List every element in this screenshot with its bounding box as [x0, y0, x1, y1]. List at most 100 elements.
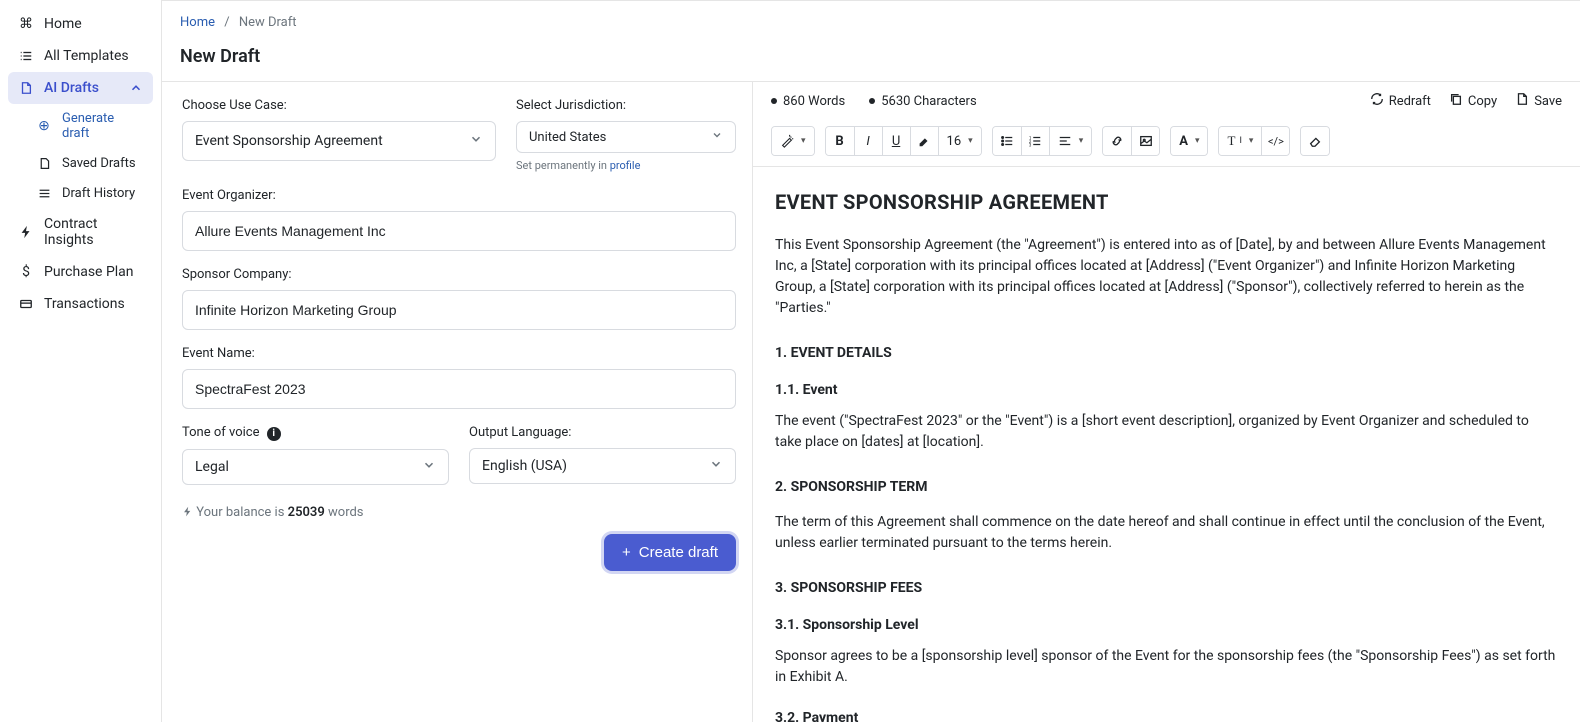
document-editor[interactable]: EVENT SPONSORSHIP AGREEMENT This Event S… [753, 167, 1580, 722]
sidebar-item-label: Saved Drafts [62, 156, 136, 171]
word-count: 860 Words [771, 94, 845, 109]
doc-heading: 3. SPONSORSHIP FEES [775, 578, 1558, 599]
caret-icon: ▾ [1249, 136, 1254, 146]
magic-wand-button[interactable]: ▾ [772, 127, 814, 155]
breadcrumb: Home / New Draft [162, 1, 1580, 36]
ordered-list-button[interactable]: 123 [1021, 127, 1049, 155]
sidebar-item-label: All Templates [44, 48, 129, 64]
document-icon [18, 80, 34, 96]
sidebar-item-insights[interactable]: Contract Insights [8, 208, 153, 256]
doc-subheading: 3.2. Payment [775, 708, 1558, 722]
list-icon [18, 48, 34, 64]
editor-column: 860 Words 5630 Characters Redraft [752, 82, 1580, 722]
text-style-button[interactable]: TI▾ [1219, 127, 1261, 155]
bolt-icon [182, 505, 196, 520]
main-content: Home / New Draft New Draft Choose Use Ca… [162, 0, 1580, 722]
jurisdiction-select[interactable]: United States [516, 121, 736, 153]
sidebar-item-label: Purchase Plan [44, 264, 134, 280]
redraft-button[interactable]: Redraft [1370, 92, 1431, 110]
sidebar-item-label: Home [44, 16, 82, 32]
editor-toolbar: ▾ B I U 16▾ [753, 120, 1580, 167]
copy-icon [1449, 92, 1463, 110]
tone-label: Tone of voice i [182, 425, 449, 441]
eraser-button[interactable] [1301, 127, 1329, 155]
chevron-down-icon [422, 458, 436, 476]
hint-text: Set permanently in [516, 159, 610, 172]
highlight-button[interactable] [910, 127, 938, 155]
sidebar-item-saved[interactable]: Saved Drafts [26, 148, 153, 178]
text-color-button[interactable]: A▾ [1171, 127, 1207, 155]
breadcrumb-home[interactable]: Home [180, 15, 215, 30]
copy-button[interactable]: Copy [1449, 92, 1497, 110]
char-count: 5630 Characters [869, 94, 976, 109]
use-case-select[interactable]: Event Sponsorship Agreement [182, 121, 496, 161]
image-button[interactable] [1131, 127, 1159, 155]
caret-icon: ▾ [1195, 136, 1200, 146]
sidebar-item-aidrafts[interactable]: AI Drafts [8, 72, 153, 104]
lang-label: Output Language: [469, 425, 736, 440]
doc-subheading: 3.1. Sponsorship Level [775, 615, 1558, 636]
create-draft-button[interactable]: + Create draft [604, 534, 736, 571]
italic-button[interactable]: I [854, 127, 882, 155]
save-icon [1515, 92, 1529, 110]
sidebar-item-purchase[interactable]: $ Purchase Plan [8, 256, 153, 288]
dollar-icon: $ [18, 264, 34, 280]
balance-number: 25039 [288, 505, 325, 520]
font-size-select[interactable]: 16▾ [938, 127, 981, 155]
editor-actions: Redraft Copy Save [1370, 92, 1562, 110]
code-button[interactable]: </> [1261, 127, 1289, 155]
caret-icon: ▾ [1079, 136, 1084, 146]
tone-select[interactable]: Legal [182, 449, 449, 485]
info-icon[interactable]: i [267, 427, 281, 441]
create-draft-label: Create draft [639, 544, 718, 561]
sponsor-label: Sponsor Company: [182, 267, 736, 282]
lang-select[interactable]: English (USA) [469, 448, 736, 484]
jurisdiction-hint: Set permanently in profile [516, 159, 736, 172]
sidebar-submenu-aidrafts: ⊕ Generate draft Saved Drafts Draft Hist… [8, 104, 153, 208]
doc-subheading: 1.1. Event [775, 380, 1558, 401]
link-button[interactable] [1103, 127, 1131, 155]
sidebar-item-label: Generate draft [62, 111, 143, 141]
app-root: ⌘ Home All Templates AI Drafts ⊕ Generat… [0, 0, 1580, 722]
doc-title: EVENT SPONSORSHIP AGREEMENT [775, 187, 1558, 217]
organizer-input[interactable] [182, 211, 736, 251]
sidebar-item-templates[interactable]: All Templates [8, 40, 153, 72]
doc-heading: 1. EVENT DETAILS [775, 343, 1558, 364]
unordered-list-button[interactable] [993, 127, 1021, 155]
caret-icon: ▾ [968, 136, 973, 146]
align-button[interactable]: ▾ [1049, 127, 1092, 155]
event-name-label: Event Name: [182, 346, 736, 361]
jurisdiction-value: United States [529, 130, 606, 145]
doc-paragraph: The term of this Agreement shall commenc… [775, 512, 1558, 554]
sponsor-input[interactable] [182, 290, 736, 330]
home-icon: ⌘ [18, 16, 34, 32]
svg-text:3: 3 [1029, 143, 1032, 148]
plus-circle-icon: ⊕ [36, 118, 52, 134]
balance-prefix: Your balance is [196, 505, 287, 520]
page-title: New Draft [162, 36, 1580, 81]
sidebar-item-home[interactable]: ⌘ Home [8, 8, 153, 40]
profile-link[interactable]: profile [610, 159, 641, 172]
breadcrumb-separator: / [218, 15, 235, 30]
save-button[interactable]: Save [1515, 92, 1562, 110]
menu-icon [36, 185, 52, 201]
underline-button[interactable]: U [882, 127, 910, 155]
chevron-down-icon [709, 457, 723, 475]
bold-button[interactable]: B [826, 127, 854, 155]
sidebar-item-transactions[interactable]: Transactions [8, 288, 153, 320]
tone-label-text: Tone of voice [182, 425, 259, 440]
chevron-down-icon [711, 129, 723, 145]
event-name-input[interactable] [182, 369, 736, 409]
tone-value: Legal [195, 459, 229, 475]
sidebar-item-history[interactable]: Draft History [26, 178, 153, 208]
balance-suffix: words [325, 505, 364, 520]
caret-icon: ▾ [801, 136, 806, 146]
content-row: Choose Use Case: Event Sponsorship Agree… [162, 82, 1580, 722]
refresh-icon [1370, 92, 1384, 110]
doc-paragraph: Sponsor agrees to be a [sponsorship leve… [775, 646, 1558, 688]
sidebar-item-generate[interactable]: ⊕ Generate draft [26, 104, 153, 148]
card-icon [18, 296, 34, 312]
form-column: Choose Use Case: Event Sponsorship Agree… [162, 82, 752, 722]
chevron-down-icon [469, 132, 483, 150]
organizer-label: Event Organizer: [182, 188, 736, 203]
